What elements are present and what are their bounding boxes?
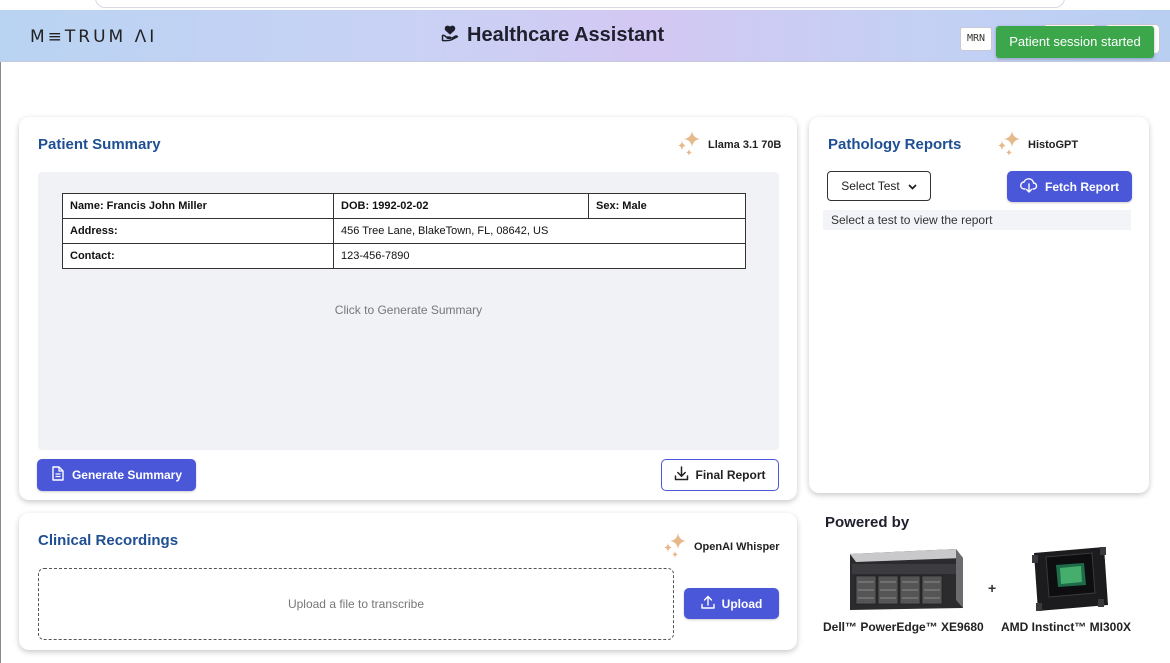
powered-by-title: Powered by	[825, 514, 910, 531]
pathology-message: Select a test to view the report	[823, 210, 1131, 230]
table-row: Name: Francis John Miller DOB: 1992-02-0…	[62, 193, 746, 219]
address-label: Address:	[62, 218, 334, 244]
contact-value: 123-456-7890	[333, 243, 746, 269]
page-title: Healthcare Assistant	[467, 24, 665, 46]
contact-label: Contact:	[62, 243, 334, 269]
app-header: M≡TRUM ΛI Healthcare Assistant MRN Patie…	[0, 10, 1170, 62]
upload-button[interactable]: Upload	[684, 588, 779, 619]
sparkle-icon	[674, 129, 702, 160]
left-edge-divider	[0, 62, 1, 663]
generate-summary-button[interactable]: Generate Summary	[37, 459, 196, 491]
table-row: Contact: 123-456-7890	[62, 243, 746, 269]
chevron-down-icon	[908, 179, 917, 193]
histogpt-model-label: HistoGPT	[1028, 138, 1079, 151]
summary-placeholder: Click to Generate Summary	[334, 303, 483, 317]
pathology-title: Pathology Reports	[828, 136, 962, 153]
clinical-recordings-card: Clinical Recordings OpenAI Whisper Uploa…	[19, 513, 797, 650]
test-select-value: Select Test	[841, 179, 900, 193]
fetch-report-label: Fetch Report	[1044, 179, 1119, 194]
whisper-model-label: OpenAI Whisper	[694, 540, 780, 553]
cloud-download-icon	[1020, 177, 1038, 196]
address-value: 456 Tree Lane, BlakeTown, FL, 08642, US	[333, 218, 746, 244]
patient-summary-card: Patient Summary Llama 3.1 70B Name: Fran…	[19, 117, 797, 500]
generate-summary-label: Generate Summary	[71, 468, 183, 482]
whisper-model-badge: OpenAI Whisper	[660, 531, 780, 562]
dell-label: Dell™ PowerEdge™ XE9680	[823, 620, 984, 634]
final-report-button[interactable]: Final Report	[661, 459, 779, 491]
patient-summary-title: Patient Summary	[38, 136, 161, 153]
metrum-logo: M≡TRUM ΛI	[30, 27, 158, 47]
sparkle-icon	[660, 531, 688, 562]
table-row: Address: 456 Tree Lane, BlakeTown, FL, 0…	[62, 218, 746, 244]
patient-name: Name: Francis John Miller	[62, 193, 334, 219]
histogpt-model-badge: HistoGPT	[994, 129, 1078, 160]
clinical-recordings-title: Clinical Recordings	[38, 532, 179, 549]
browser-top-strip	[0, 0, 1170, 10]
patient-dob: DOB: 1992-02-02	[333, 193, 589, 219]
upload-label: Upload	[721, 596, 763, 611]
fetch-report-button[interactable]: Fetch Report	[1007, 171, 1132, 202]
address-bar[interactable]	[95, 0, 1065, 8]
pathology-card: Pathology Reports HistoGPT Select Test F…	[809, 117, 1149, 493]
llama-model-badge: Llama 3.1 70B	[674, 129, 781, 160]
download-icon	[674, 466, 689, 484]
amd-gpu-image	[1032, 547, 1108, 611]
patient-info-table: Name: Francis John Miller DOB: 1992-02-0…	[62, 193, 746, 269]
upload-dropzone[interactable]: Upload a file to transcribe	[38, 568, 674, 640]
heart-hand-icon	[440, 23, 460, 48]
patient-sex: Sex: Male	[588, 193, 746, 219]
session-toast: Patient session started	[996, 26, 1154, 58]
mrn-field[interactable]: MRN	[960, 27, 993, 51]
header-title-group: Healthcare Assistant	[440, 23, 664, 48]
llama-model-label: Llama 3.1 70B	[708, 138, 782, 151]
final-report-label: Final Report	[695, 468, 766, 482]
plus-sign: +	[988, 580, 997, 596]
sparkle-icon	[994, 129, 1022, 160]
document-icon	[51, 466, 65, 484]
dell-server-image	[850, 549, 963, 610]
test-select[interactable]: Select Test	[827, 171, 931, 201]
amd-label: AMD Instinct™ MI300X	[1001, 620, 1132, 634]
upload-icon	[700, 595, 715, 612]
summary-area[interactable]: Name: Francis John Miller DOB: 1992-02-0…	[38, 172, 779, 450]
